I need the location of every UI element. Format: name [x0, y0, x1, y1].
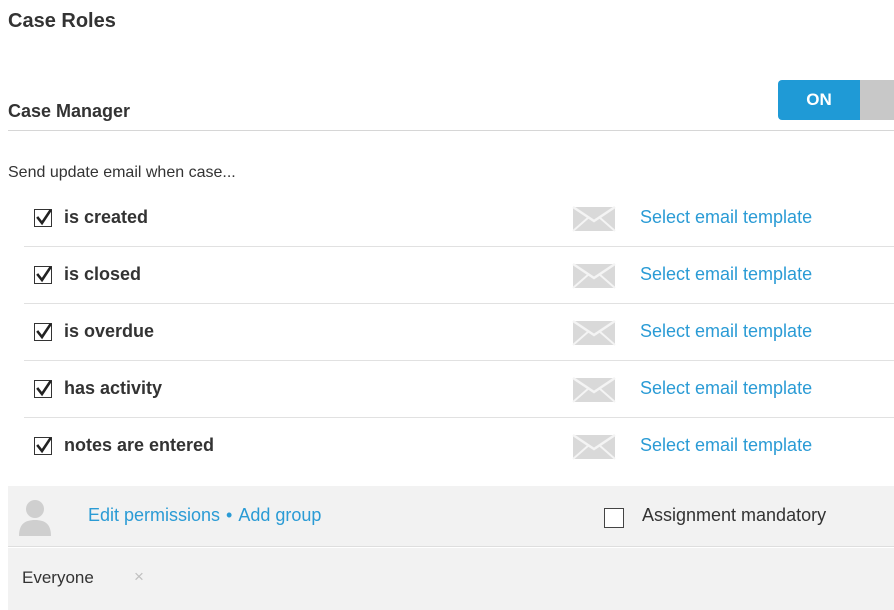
- event-row-has-activity: has activity Select email template: [24, 361, 894, 418]
- select-email-template-link[interactable]: Select email template: [640, 435, 812, 456]
- envelope-icon: [572, 434, 616, 460]
- event-checkbox-has-activity[interactable]: [34, 380, 52, 398]
- group-tag: Everyone: [22, 568, 94, 587]
- toggle-on-label: ON: [778, 80, 860, 120]
- toggle-off-track: [860, 80, 894, 120]
- permissions-bar: Edit permissions • Add group Assignment ma…: [8, 486, 894, 547]
- case-roles-page: Case Roles Case Manager ON Send update e…: [0, 0, 894, 610]
- checkmark-icon: [36, 209, 52, 226]
- event-row-is-overdue: is overdue Select email template: [24, 304, 894, 361]
- assignment-mandatory-checkbox[interactable]: [604, 508, 624, 528]
- event-row-notes-are-entered: notes are entered Select email template: [24, 418, 894, 475]
- event-checkbox-is-closed[interactable]: [34, 266, 52, 284]
- event-row-is-created: is created Select email template: [24, 190, 894, 247]
- event-label: is closed: [64, 264, 142, 284]
- checkmark-icon: [36, 437, 52, 454]
- checkmark-icon: [36, 266, 52, 283]
- remove-group-icon[interactable]: ×: [134, 567, 144, 587]
- event-label: notes are entered: [64, 435, 215, 455]
- event-checkbox-notes-are-entered[interactable]: [34, 437, 52, 455]
- select-email-template-link[interactable]: Select email template: [640, 321, 812, 342]
- add-group-link[interactable]: Add group: [238, 505, 321, 525]
- select-email-template-link[interactable]: Select email template: [640, 207, 812, 228]
- select-email-template-link[interactable]: Select email template: [640, 264, 812, 285]
- role-toggle[interactable]: ON: [778, 80, 894, 120]
- event-label: is overdue: [64, 321, 155, 341]
- permission-links: Edit permissions • Add group: [88, 505, 321, 526]
- event-checkbox-is-overdue[interactable]: [34, 323, 52, 341]
- envelope-icon: [572, 206, 616, 232]
- edit-permissions-link[interactable]: Edit permissions: [88, 505, 220, 525]
- envelope-icon: [572, 377, 616, 403]
- event-list: is created Select email template is clos…: [24, 190, 894, 475]
- event-checkbox-is-created[interactable]: [34, 209, 52, 227]
- role-name: Case Manager: [8, 101, 131, 121]
- event-row-is-closed: is closed Select email template: [24, 247, 894, 304]
- event-label: has activity: [64, 378, 163, 398]
- notify-intro: Send update email when case...: [8, 164, 236, 181]
- user-avatar-icon: [19, 500, 51, 536]
- link-separator: •: [226, 505, 233, 525]
- select-email-template-link[interactable]: Select email template: [640, 378, 812, 399]
- checkmark-icon: [36, 323, 52, 340]
- checkmark-icon: [36, 380, 52, 397]
- envelope-icon: [572, 320, 616, 346]
- envelope-icon: [572, 263, 616, 289]
- group-list: Everyone ×: [8, 548, 894, 610]
- role-header: Case Manager ON: [8, 80, 894, 131]
- section-title: Case Roles: [8, 10, 116, 32]
- event-label: is created: [64, 207, 149, 227]
- assignment-mandatory-label: Assignment mandatory: [642, 505, 827, 525]
